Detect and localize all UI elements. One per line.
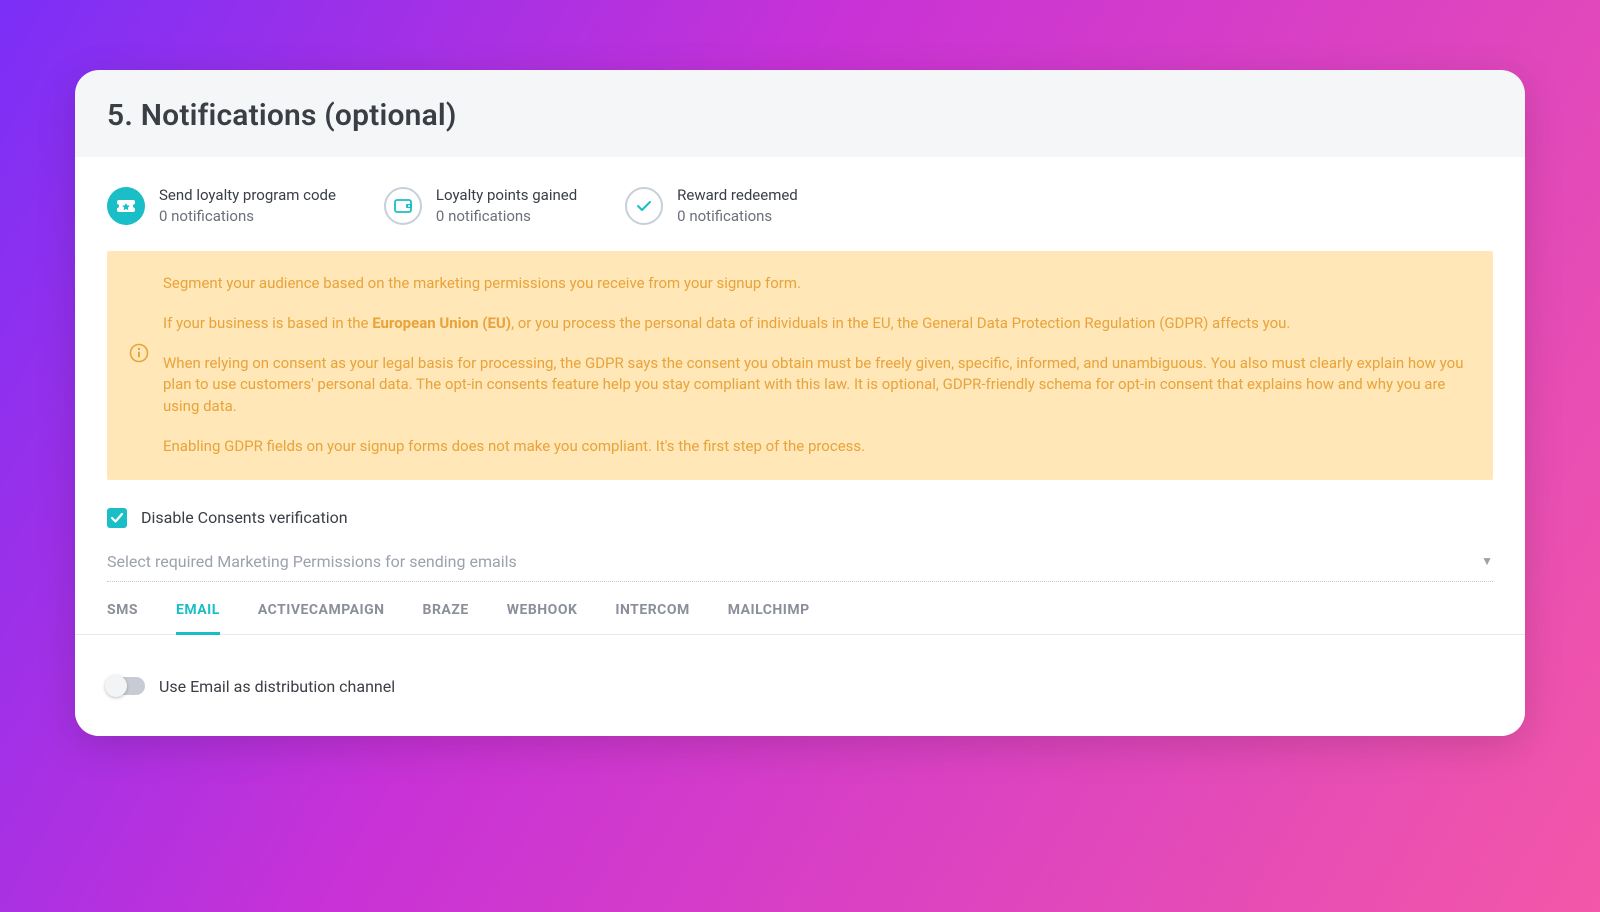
toggle-knob <box>105 675 127 697</box>
checkbox-label: Disable Consents verification <box>141 508 348 527</box>
stat-value: 0 notifications <box>677 206 798 227</box>
email-channel-toggle[interactable] <box>107 677 145 695</box>
disable-consents-checkbox[interactable] <box>107 508 127 528</box>
check-icon <box>625 187 663 225</box>
stat-label: Loyalty points gained <box>436 185 577 206</box>
gdpr-info-banner: Segment your audience based on the marke… <box>107 251 1493 480</box>
tab-braze[interactable]: BRAZE <box>423 602 469 635</box>
toggle-label: Use Email as distribution channel <box>159 677 395 696</box>
channel-tabs: SMS EMAIL ACTIVECAMPAIGN BRAZE WEBHOOK INTERC… <box>75 584 1525 635</box>
tab-intercom[interactable]: INTERCOM <box>615 602 689 635</box>
stat-value: 0 notifications <box>159 206 336 227</box>
select-placeholder: Select required Marketing Permissions fo… <box>107 552 517 571</box>
stat-loyalty-code[interactable]: Send loyalty program code 0 notification… <box>107 185 336 227</box>
wallet-icon <box>384 187 422 225</box>
notification-stats-row: Send loyalty program code 0 notification… <box>75 185 1525 251</box>
stat-text: Reward redeemed 0 notifications <box>677 185 798 227</box>
disable-consents-row: Disable Consents verification <box>75 480 1525 552</box>
stat-value: 0 notifications <box>436 206 577 227</box>
banner-paragraph: Enabling GDPR fields on your signup form… <box>163 436 1469 458</box>
banner-paragraph: Segment your audience based on the marke… <box>163 273 1469 295</box>
stat-text: Loyalty points gained 0 notifications <box>436 185 577 227</box>
banner-paragraph: When relying on consent as your legal ba… <box>163 353 1469 418</box>
section-content: Send loyalty program code 0 notification… <box>75 157 1525 736</box>
marketing-permissions-select[interactable]: Select required Marketing Permissions fo… <box>107 552 1493 582</box>
stat-points-gained[interactable]: Loyalty points gained 0 notifications <box>384 185 577 227</box>
chevron-down-icon: ▼ <box>1481 554 1493 568</box>
section-title: 5. Notifications (optional) <box>107 98 1493 133</box>
stat-label: Send loyalty program code <box>159 185 336 206</box>
tab-webhook[interactable]: WEBHOOK <box>507 602 578 635</box>
stat-text: Send loyalty program code 0 notification… <box>159 185 336 227</box>
banner-paragraph: If your business is based in the Europea… <box>163 313 1469 335</box>
checkmark-icon <box>110 512 124 524</box>
email-channel-toggle-row: Use Email as distribution channel <box>75 635 1525 696</box>
tab-sms[interactable]: SMS <box>107 602 138 635</box>
tab-mailchimp[interactable]: MAILCHIMP <box>728 602 810 635</box>
tab-email[interactable]: EMAIL <box>176 602 220 635</box>
stat-reward-redeemed[interactable]: Reward redeemed 0 notifications <box>625 185 798 227</box>
tab-activecampaign[interactable]: ACTIVECAMPAIGN <box>258 602 385 635</box>
info-icon <box>129 343 149 363</box>
stat-label: Reward redeemed <box>677 185 798 206</box>
notifications-section: 5. Notifications (optional) Send loyalty… <box>75 70 1525 736</box>
ticket-icon <box>107 187 145 225</box>
